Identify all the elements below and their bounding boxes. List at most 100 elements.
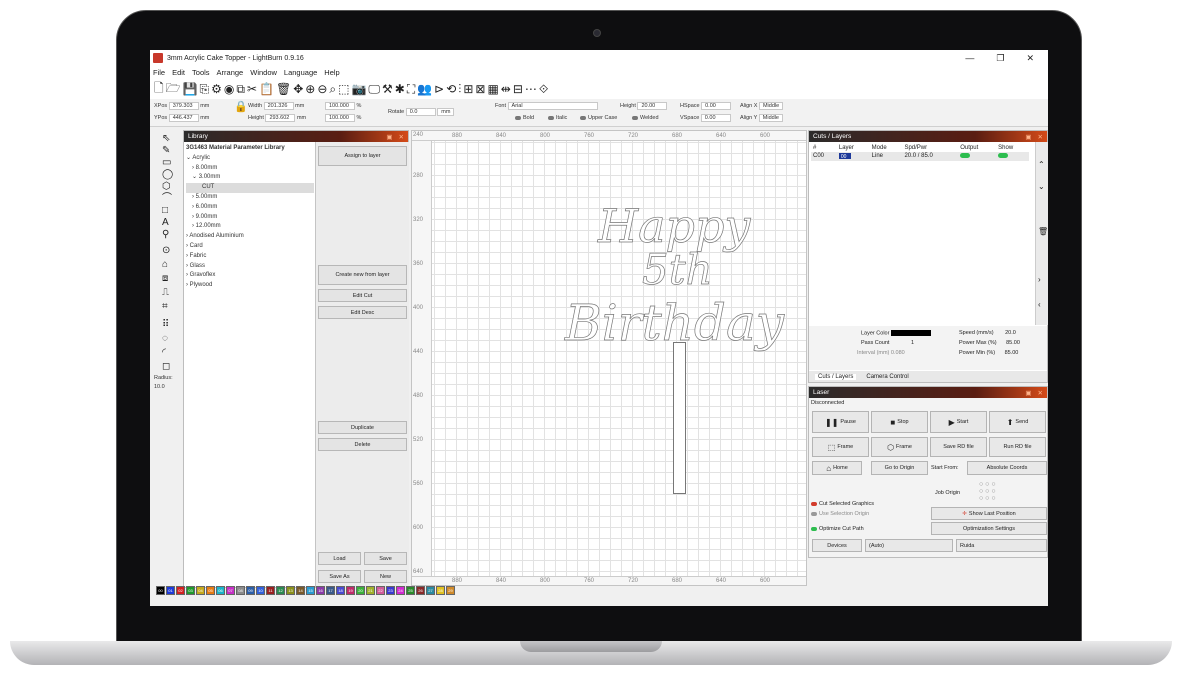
palette-swatch[interactable]: 26	[416, 586, 425, 595]
weld-icon[interactable]: ⊞	[463, 82, 473, 96]
save-button[interactable]: Save	[364, 552, 407, 565]
run-rd-button[interactable]: Run RD file	[989, 437, 1046, 457]
close-panel-icon[interactable]: ✕	[399, 133, 404, 141]
camera-capture-icon[interactable]: 📷	[351, 82, 366, 96]
edit-cut-button[interactable]: Edit Cut	[318, 289, 407, 302]
menu-language[interactable]: Language	[284, 68, 317, 77]
pass-count-input[interactable]: 1	[911, 340, 914, 346]
arrow-left-icon[interactable]: ‹	[1038, 300, 1041, 309]
menu-tools[interactable]: Tools	[192, 68, 210, 77]
float-cuts-icon[interactable]: ▣	[1025, 133, 1031, 141]
palette-swatch[interactable]: 17	[326, 586, 335, 595]
palette-swatch[interactable]: 09	[246, 586, 255, 595]
position-laser-icon[interactable]: ⚲	[162, 230, 169, 240]
frame-select-icon[interactable]: ⬚	[338, 82, 349, 96]
star-icon[interactable]: ✱	[395, 82, 405, 96]
optimize-toggle[interactable]	[811, 526, 817, 531]
offset-icon[interactable]: ⟐	[539, 82, 549, 97]
frame-outline-button[interactable]: ⬡ Frame	[871, 437, 928, 457]
topper-stem[interactable]	[673, 342, 686, 494]
text-tool-icon[interactable]: A	[162, 218, 169, 228]
menu-help[interactable]: Help	[324, 68, 339, 77]
align-y-select[interactable]: Middle	[758, 114, 783, 122]
rotate-icon[interactable]: ⟲	[446, 82, 456, 96]
tree-item-12mm[interactable]: › 12.00mm	[186, 222, 314, 232]
welded-toggle[interactable]: Welded	[640, 115, 659, 121]
show-toggle[interactable]	[998, 153, 1009, 159]
frame-tool-icon[interactable]: □	[162, 206, 168, 216]
palette-swatch[interactable]: 27	[426, 586, 435, 595]
array-icon[interactable]: ▦	[487, 82, 498, 96]
offset-tool-icon[interactable]: ⧈	[162, 274, 168, 284]
float-panel-icon[interactable]: ▣	[386, 133, 392, 141]
edit-nodes-icon[interactable]: ✎	[162, 146, 170, 156]
layer-color-box[interactable]	[890, 330, 931, 336]
edit-desc-button[interactable]: Edit Desc	[318, 306, 407, 319]
chamfer-icon[interactable]: ◻	[162, 362, 170, 372]
palette-swatch[interactable]: 01	[166, 586, 175, 595]
tree-item-gravoflex[interactable]: › Gravoflex	[186, 271, 314, 281]
optimization-settings-button[interactable]: Optimization Settings	[931, 522, 1047, 535]
tree-item-glass[interactable]: › Glass	[186, 262, 314, 272]
close-laser-icon[interactable]: ✕	[1038, 389, 1043, 397]
save-rd-button[interactable]: Save RD file	[930, 437, 987, 457]
polygon-tool-icon[interactable]: ⬡	[162, 182, 171, 192]
create-from-layer-button[interactable]: Create new from layer	[318, 265, 407, 285]
load-button[interactable]: Load	[318, 552, 361, 565]
import-icon[interactable]: ⎘	[200, 82, 210, 97]
ellipse-tool-icon[interactable]: ◯	[162, 170, 173, 180]
ypos-input[interactable]: 446.437	[168, 114, 199, 122]
settings-icon[interactable]: ⚙	[211, 82, 222, 96]
select-tool-icon[interactable]: ⇖	[162, 134, 170, 144]
measure-tool-icon[interactable]: ⊙	[162, 246, 170, 256]
palette-swatch[interactable]: 05	[206, 586, 215, 595]
palette-swatch[interactable]: 29	[446, 586, 455, 595]
people-icon[interactable]: 👥	[417, 82, 432, 96]
power-min-input[interactable]: 85.00	[1005, 350, 1019, 356]
font-select[interactable]: Arial	[507, 102, 598, 110]
copy-icon[interactable]: ⧉	[236, 82, 245, 97]
palette-swatch[interactable]: 00	[156, 586, 165, 595]
delete-button[interactable]: Delete	[318, 438, 407, 451]
scale-width-input[interactable]: 100.000	[325, 102, 355, 110]
width-input[interactable]: 201.326	[263, 102, 294, 110]
palette-swatch[interactable]: 23	[386, 586, 395, 595]
arrow-right-icon[interactable]: ›	[1038, 275, 1041, 284]
controller-select[interactable]: Ruida	[956, 539, 1047, 552]
palette-swatch[interactable]: 25	[406, 586, 415, 595]
devices-button[interactable]: Devices	[812, 539, 862, 552]
tab-cuts-layers[interactable]: Cuts / Layers	[815, 373, 857, 380]
circular-array-icon[interactable]: ◌	[162, 334, 168, 344]
align-icon[interactable]: ⫶	[458, 82, 461, 97]
use-selection-toggle[interactable]	[811, 511, 817, 516]
palette-swatch[interactable]: 08	[236, 586, 245, 595]
minimize-button[interactable]: —	[965, 53, 974, 64]
menu-arrange[interactable]: Arrange	[217, 68, 244, 77]
palette-swatch[interactable]: 18	[336, 586, 345, 595]
job-origin-grid[interactable]: ○ ○ ○ ○ ○ ○ ○ ○ ○	[979, 481, 996, 502]
menu-edit[interactable]: Edit	[172, 68, 185, 77]
home-button[interactable]: ⌂ Home	[812, 461, 862, 475]
palette-swatch[interactable]: 15	[306, 586, 315, 595]
duplicate-button[interactable]: Duplicate	[318, 421, 407, 434]
variable-text-icon[interactable]: ⌗	[162, 302, 168, 312]
palette-swatch[interactable]: 13	[286, 586, 295, 595]
output-toggle[interactable]	[960, 153, 971, 159]
palette-swatch[interactable]: 24	[396, 586, 405, 595]
palette-swatch[interactable]: 07	[226, 586, 235, 595]
tree-item-acrylic[interactable]: ⌄ Acrylic	[186, 154, 314, 164]
distribute-icon[interactable]: ⇹	[501, 82, 511, 96]
tree-item-plywood[interactable]: › Plywood	[186, 281, 314, 291]
power-max-input[interactable]: 85.00	[1006, 340, 1020, 346]
tab-camera-control[interactable]: Camera Control	[866, 374, 908, 380]
tree-item-fabric[interactable]: › Fabric	[186, 252, 314, 262]
palette-swatch[interactable]: 11	[266, 586, 275, 595]
palette-swatch[interactable]: 03	[186, 586, 195, 595]
font-height-input[interactable]: 20.00	[637, 102, 668, 110]
menu-window[interactable]: Window	[250, 68, 277, 77]
dock-icon[interactable]: ⊟	[513, 82, 523, 96]
draw-lines-icon[interactable]: ⌒	[162, 194, 172, 204]
bold-toggle[interactable]: Bold	[523, 115, 534, 121]
cut-icon[interactable]: ✂	[247, 82, 257, 96]
tree-item-3mm[interactable]: ⌄ 3.00mm	[186, 173, 314, 183]
